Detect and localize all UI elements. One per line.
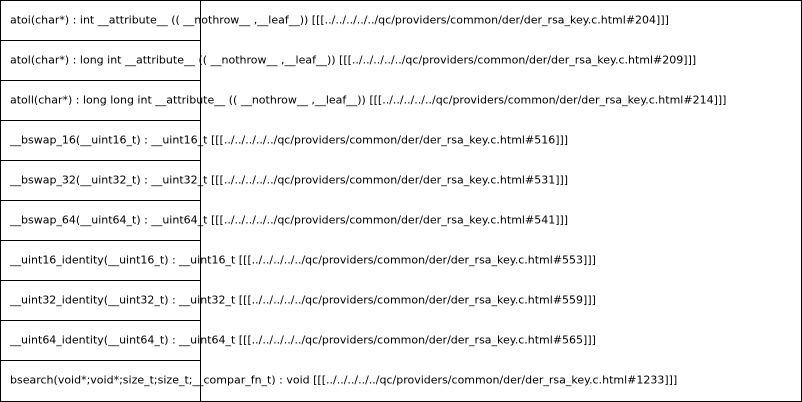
function-signature: bsearch(void*;void*;size_t;size_t;__comp…	[10, 374, 677, 387]
function-signature: __bswap_32(__uint32_t) : __uint32_t [[[.…	[9, 174, 568, 187]
function-node[interactable]: __bswap_64(__uint64_t) : __uint64_t [[[.…	[0, 200, 569, 241]
call-graph-diagram: atoi(char*) : int __attribute__ (( __not…	[0, 0, 802, 402]
function-signature: atol(char*) : long int __attribute__ (( …	[10, 54, 696, 67]
function-node[interactable]: __uint64_identity(__uint64_t) : __uint64…	[0, 320, 596, 361]
function-node[interactable]: __uint16_identity(__uint16_t) : __uint16…	[0, 240, 596, 281]
function-signature: atoll(char*) : long long int __attribute…	[10, 94, 726, 107]
function-signature: atoi(char*) : int __attribute__ (( __not…	[10, 14, 669, 27]
function-signature: __uint32_identity(__uint32_t) : __uint32…	[9, 294, 596, 307]
function-signature: __bswap_64(__uint64_t) : __uint64_t [[[.…	[9, 214, 568, 227]
function-signature: __uint16_identity(__uint16_t) : __uint16…	[9, 254, 596, 267]
function-node[interactable]: bsearch(void*;void*;size_t;size_t;__comp…	[0, 360, 678, 402]
function-node[interactable]: atoll(char*) : long long int __attribute…	[0, 80, 727, 121]
function-node[interactable]: __bswap_32(__uint32_t) : __uint32_t [[[.…	[0, 160, 569, 201]
function-node[interactable]: atol(char*) : long int __attribute__ (( …	[0, 40, 697, 81]
function-signature: __bswap_16(__uint16_t) : __uint16_t [[[.…	[9, 134, 568, 147]
function-signature: __uint64_identity(__uint64_t) : __uint64…	[9, 334, 596, 347]
function-node[interactable]: __uint32_identity(__uint32_t) : __uint32…	[0, 280, 596, 321]
function-node[interactable]: atoi(char*) : int __attribute__ (( __not…	[0, 0, 669, 41]
function-node[interactable]: __bswap_16(__uint16_t) : __uint16_t [[[.…	[0, 120, 569, 161]
